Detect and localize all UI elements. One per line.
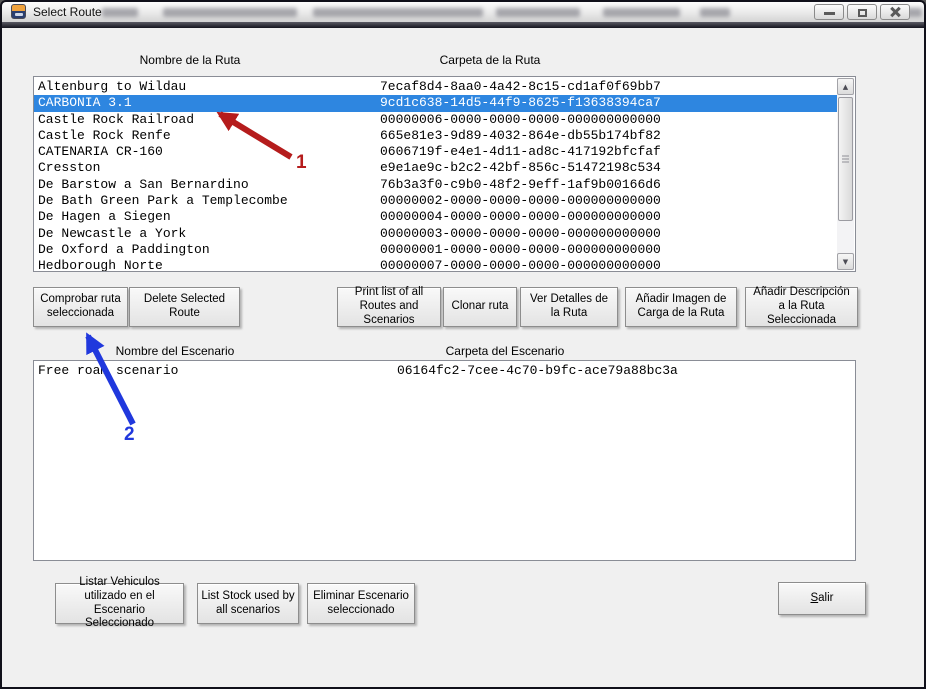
add-route-description-button[interactable]: Añadir Descripción a la Ruta Seleccionad…	[745, 287, 858, 327]
route-details-button[interactable]: Ver Detalles de la Ruta	[520, 287, 618, 327]
scenario-folder-header: Carpeta del Escenario	[385, 344, 625, 358]
close-button[interactable]	[880, 4, 910, 20]
arrow-up-icon: ▲	[843, 83, 848, 91]
list-stock-button[interactable]: List Stock used by all scenarios	[197, 583, 299, 624]
list-vehicles-button[interactable]: Listar Vehiculos utilizado en el Escenar…	[55, 583, 184, 624]
clone-route-button[interactable]: Clonar ruta	[443, 287, 517, 327]
close-icon	[889, 6, 901, 18]
route-name: CATENARIA CR-160	[38, 144, 380, 160]
scroll-up-button[interactable]: ▲	[837, 78, 854, 95]
window-title: Select Route	[33, 5, 102, 20]
background-window-artifact	[700, 8, 730, 17]
arrow-down-icon: ▼	[843, 258, 848, 266]
route-row[interactable]: CATENARIA CR-160 0606719f-e4e1-4d11-ad8c…	[35, 144, 837, 160]
route-row[interactable]: Altenburg to Wildau 7ecaf8d4-8aa0-4a42-8…	[35, 79, 837, 95]
route-row[interactable]: De Barstow a San Bernardino 76b3a3f0-c9b…	[35, 177, 837, 193]
route-folder: 0606719f-e4e1-4d11-ad8c-417192bfcfaf	[380, 144, 837, 160]
route-folder: 665e81e3-9d89-4032-864e-db55b174bf82	[380, 128, 837, 144]
route-row[interactable]: Hedborough Norte 00000007-0000-0000-0000…	[35, 258, 837, 272]
route-row[interactable]: Castle Rock Railroad 00000006-0000-0000-…	[35, 112, 837, 128]
maximize-icon	[858, 9, 867, 17]
route-folder: 00000004-0000-0000-0000-000000000000	[380, 209, 837, 225]
route-name: Cresston	[38, 160, 380, 176]
route-list-scrollbar[interactable]: ▲ ▼	[837, 78, 854, 270]
route-rows: Altenburg to Wildau 7ecaf8d4-8aa0-4a42-8…	[35, 78, 837, 270]
route-name: De Barstow a San Bernardino	[38, 177, 380, 193]
titlebar: Select Route	[2, 2, 924, 22]
dialog-client-area: Nombre de la Ruta Carpeta de la Ruta Alt…	[2, 28, 924, 687]
route-name: De Newcastle a York	[38, 226, 380, 242]
route-folder: 00000006-0000-0000-0000-000000000000	[380, 112, 837, 128]
scenario-rows: Free roam scenario 06164fc2-7cee-4c70-b9…	[35, 362, 854, 559]
route-folder: 00000003-0000-0000-0000-000000000000	[380, 226, 837, 242]
annotation-marker-2: 2	[124, 424, 135, 446]
route-row[interactable]: De Bath Green Park a Templecombe 0000000…	[35, 193, 837, 209]
route-row[interactable]: CARBONIA 3.1 9cd1c638-14d5-44f9-8625-f13…	[34, 95, 854, 111]
background-window-artifact	[102, 8, 138, 17]
route-folder: 9cd1c638-14d5-44f9-8625-f13638394ca7	[380, 95, 854, 111]
route-row[interactable]: Castle Rock Renfe 665e81e3-9d89-4032-864…	[35, 128, 837, 144]
route-folder: e9e1ae9c-b2c2-42bf-856c-51472198c534	[380, 160, 837, 176]
maximize-button[interactable]	[847, 4, 877, 20]
annotation-marker-1: 1	[296, 152, 307, 174]
route-name: Hedborough Norte	[38, 258, 380, 272]
route-folder: 00000007-0000-0000-0000-000000000000	[380, 258, 837, 272]
delete-route-button[interactable]: Delete Selected Route	[129, 287, 240, 327]
route-row[interactable]: Cresston e9e1ae9c-b2c2-42bf-856c-5147219…	[35, 160, 837, 176]
route-row[interactable]: De Hagen a Siegen 00000004-0000-0000-000…	[35, 209, 837, 225]
route-folder: 00000002-0000-0000-0000-000000000000	[380, 193, 837, 209]
print-list-button[interactable]: Print list of all Routes and Scenarios	[337, 287, 441, 327]
route-row[interactable]: De Newcastle a York 00000003-0000-0000-0…	[35, 226, 837, 242]
background-window-artifact	[163, 8, 297, 17]
scenario-name-header: Nombre del Escenario	[55, 344, 295, 358]
scenario-name: Free roam scenario	[38, 363, 397, 379]
delete-scenario-button[interactable]: Eliminar Escenario seleccionado	[307, 583, 415, 624]
route-name: Castle Rock Railroad	[38, 112, 380, 128]
route-name-header: Nombre de la Ruta	[70, 53, 310, 67]
scenario-listbox[interactable]: Free roam scenario 06164fc2-7cee-4c70-b9…	[33, 360, 856, 561]
window-controls	[814, 4, 910, 20]
route-folder: 00000001-0000-0000-0000-000000000000	[380, 242, 837, 258]
route-row[interactable]: De Oxford a Paddington 00000001-0000-000…	[35, 242, 837, 258]
route-name: Castle Rock Renfe	[38, 128, 380, 144]
route-name: Altenburg to Wildau	[38, 79, 380, 95]
select-route-window: Select Route Nombre de la Ruta Carpeta d…	[0, 0, 926, 689]
background-window-artifact	[313, 8, 483, 17]
route-name: De Hagen a Siegen	[38, 209, 380, 225]
route-name: De Oxford a Paddington	[38, 242, 380, 258]
add-route-image-button[interactable]: Añadir Imagen de Carga de la Ruta	[625, 287, 737, 327]
route-listbox[interactable]: Altenburg to Wildau 7ecaf8d4-8aa0-4a42-8…	[33, 76, 856, 272]
minimize-button[interactable]	[814, 4, 844, 20]
route-folder: 76b3a3f0-c9b0-48f2-9eff-1af9b00166d6	[380, 177, 837, 193]
check-route-button[interactable]: Comprobar ruta seleccionada	[33, 287, 128, 327]
minimize-icon	[824, 12, 835, 15]
background-window-artifact	[603, 8, 680, 17]
route-name: De Bath Green Park a Templecombe	[38, 193, 380, 209]
exit-button[interactable]: Salir	[778, 582, 866, 615]
route-folder-header: Carpeta de la Ruta	[370, 53, 610, 67]
background-window-artifact	[496, 8, 580, 17]
route-folder: 7ecaf8d4-8aa0-4a42-8c15-cd1af0f69bb7	[380, 79, 837, 95]
scenario-row[interactable]: Free roam scenario 06164fc2-7cee-4c70-b9…	[35, 363, 854, 379]
app-icon	[11, 4, 26, 19]
scroll-down-button[interactable]: ▼	[837, 253, 854, 270]
exit-button-label: Salir	[810, 592, 833, 606]
route-name: CARBONIA 3.1	[38, 95, 380, 111]
scrollbar-thumb[interactable]	[838, 97, 853, 221]
scenario-folder: 06164fc2-7cee-4c70-b9fc-ace79a88bc3a	[397, 363, 854, 379]
